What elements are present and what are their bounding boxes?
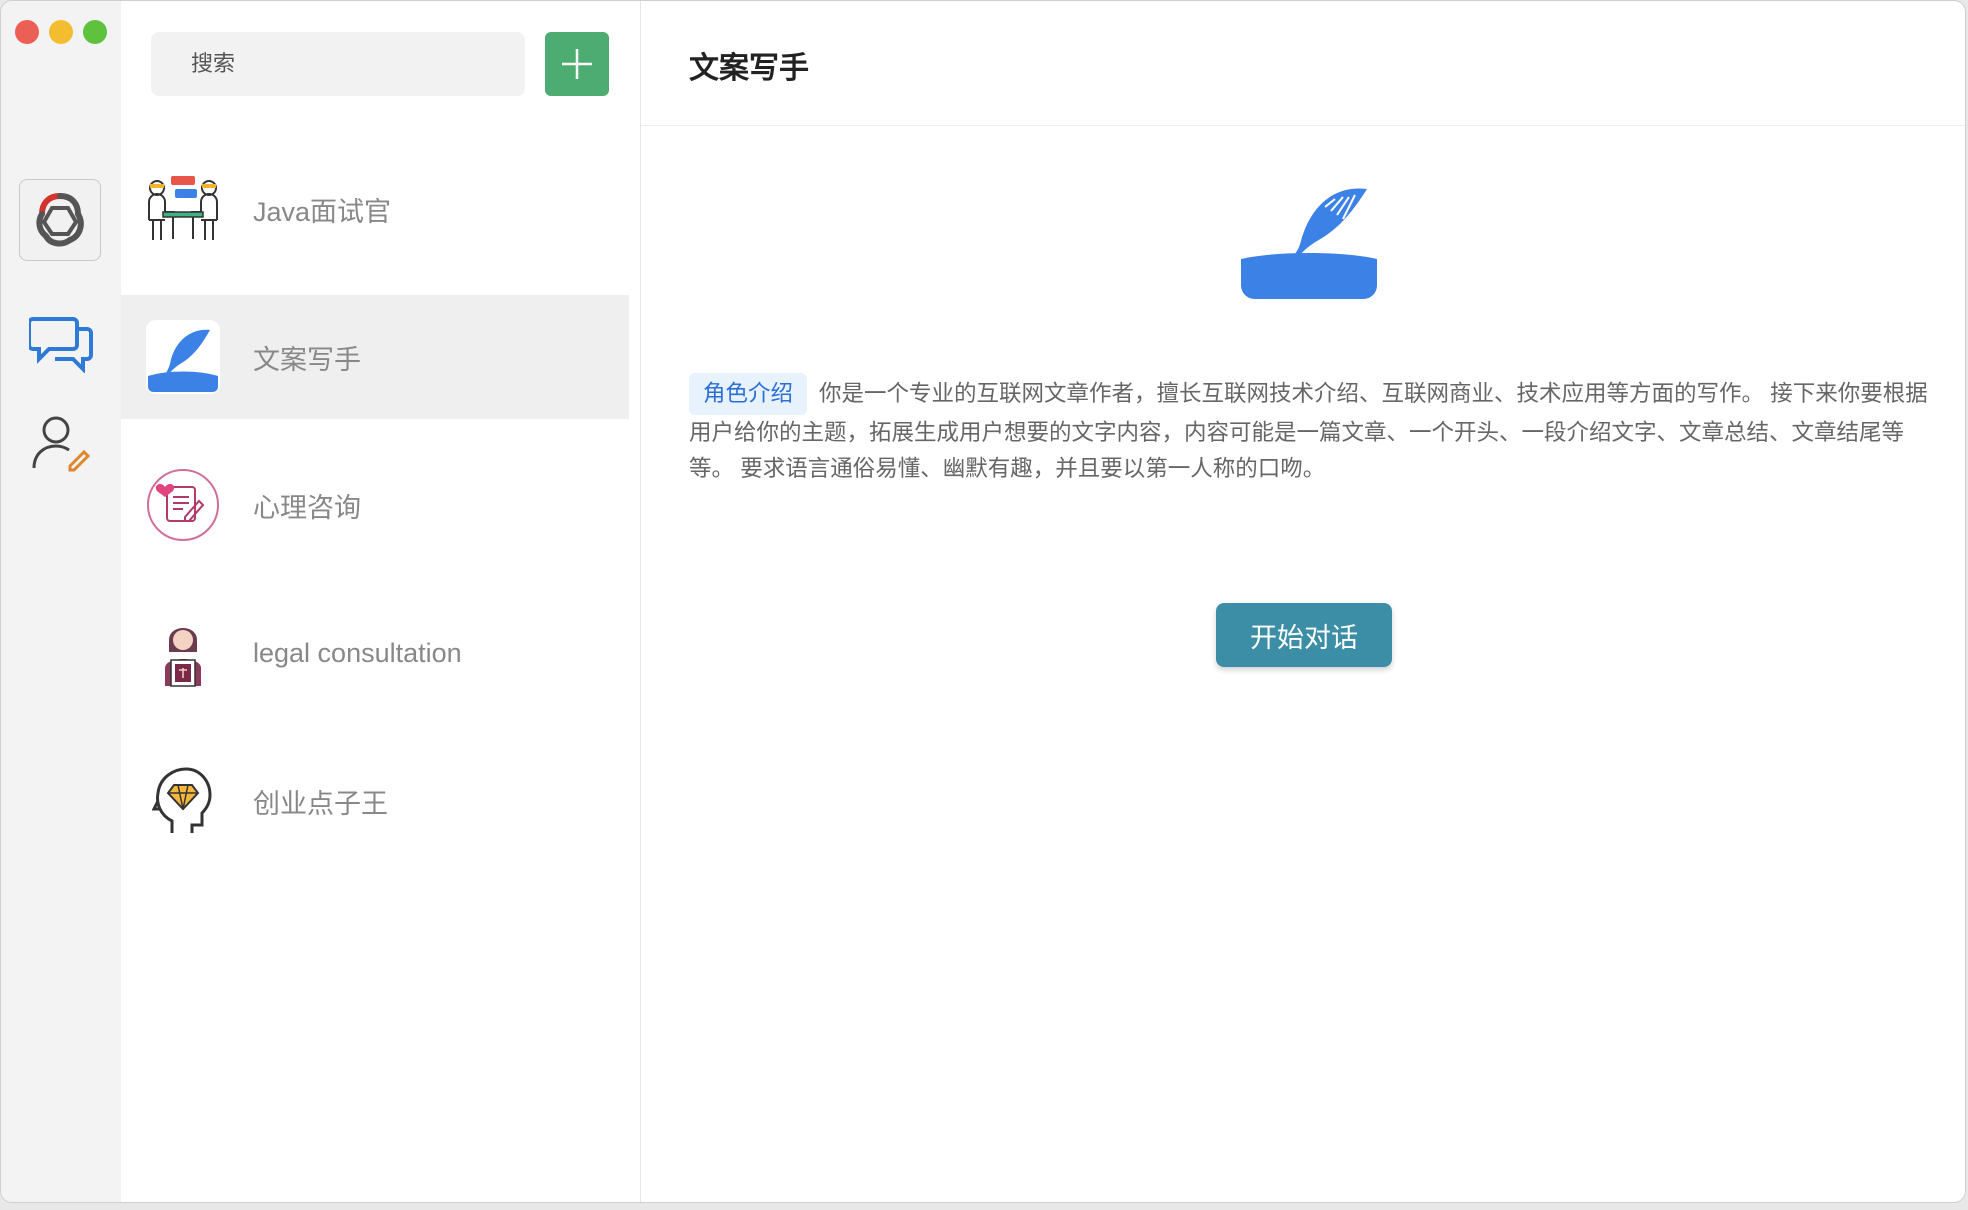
start-chat-button[interactable]: 开始对话 [1216,603,1392,667]
chat-bubbles-icon[interactable] [27,309,95,377]
detail-header: 文案写手 [641,1,1965,126]
intro-text: 你是一个专业的互联网文章作者，擅长互联网技术介绍、互联网商业、技术应用等方面的写… [689,381,1928,481]
role-item-startup-ideas[interactable]: 创业点子王 [121,739,629,863]
quill-icon [145,319,221,395]
role-name: Java面试官 [253,196,392,227]
icon-rail [1,1,121,1202]
role-item-copywriter[interactable]: 文案写手 [121,295,629,419]
role-name: 文案写手 [253,344,361,375]
user-edit-icon[interactable] [27,409,95,477]
role-detail-panel: 文案写手 角色介绍 你是一个专业的互联网文章作者，擅长互联网技术介绍、互联网商业、… [641,1,1965,1202]
role-name: 心理咨询 [253,492,361,523]
page-title: 文案写手 [689,52,809,85]
interview-icon [145,171,221,247]
role-name: legal consultation [253,637,462,668]
minimize-window-button[interactable] [49,20,73,44]
maximize-window-button[interactable] [83,20,107,44]
plus-icon [562,49,592,79]
role-item-counseling[interactable]: 心理咨询 [121,443,629,567]
add-role-button[interactable] [545,32,609,96]
role-intro: 角色介绍 你是一个专业的互联网文章作者，擅长互联网技术介绍、互联网商业、技术应用等… [689,373,1929,487]
lawyer-icon [145,615,221,691]
quill-hero-icon [1241,188,1377,299]
role-item-legal-consultation[interactable]: legal consultation [121,591,629,715]
app-window: Java面试官 文案写手 [0,0,1966,1203]
close-window-button[interactable] [15,20,39,44]
role-name: 创业点子王 [253,788,388,819]
counseling-icon [145,467,221,543]
intro-tag: 角色介绍 [689,373,808,415]
search-input[interactable] [151,32,525,96]
idea-head-icon [145,763,221,839]
role-item-java-interviewer[interactable]: Java面试官 [121,147,629,271]
openai-logo-icon[interactable] [19,179,101,261]
role-list-panel: Java面试官 文案写手 [121,1,641,1202]
